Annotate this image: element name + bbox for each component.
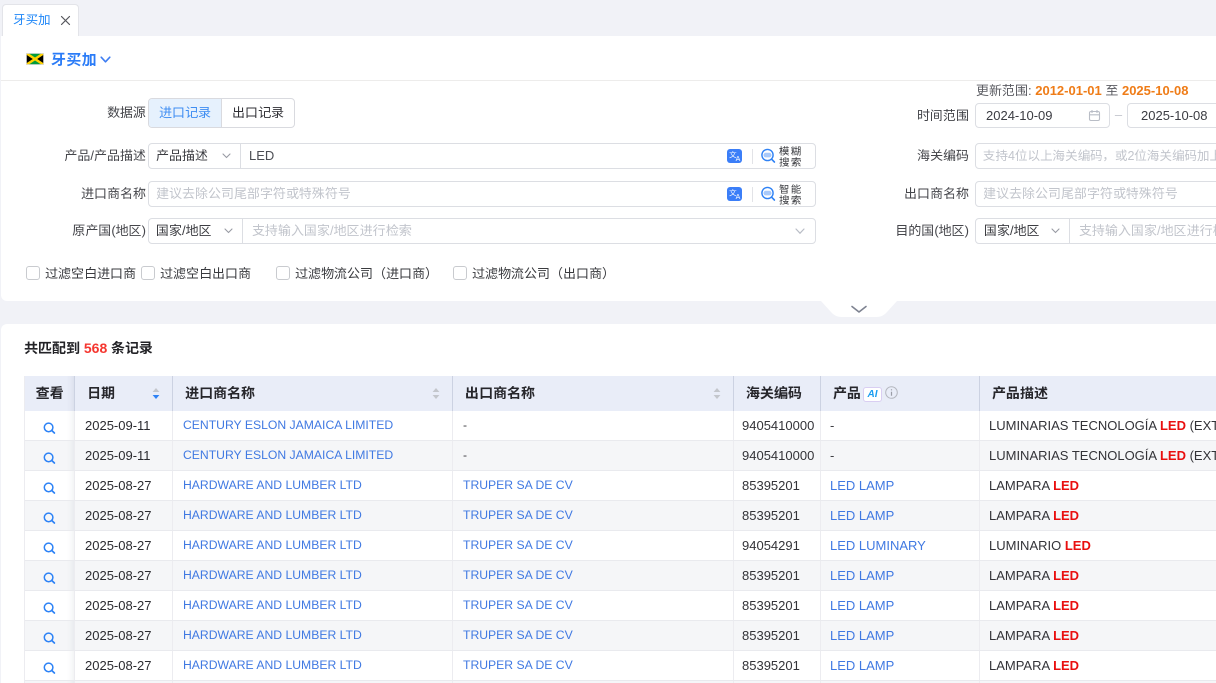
svg-text:A: A — [736, 194, 741, 201]
svg-text:A: A — [736, 156, 741, 163]
